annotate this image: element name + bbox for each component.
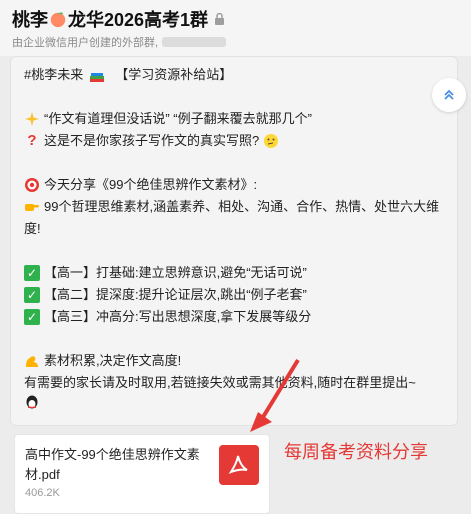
group-subtitle-text: 由企业微信用户创建的外部群, [12,37,159,49]
group-title[interactable]: 桃李 龙华2026高考1群 [12,6,225,32]
group-title-part1: 桃李 [12,10,48,30]
message-line: 素材积累,决定作文高度! [24,350,444,372]
collapse-button[interactable] [432,78,466,112]
peach-icon [50,12,66,28]
annotation-text: 每周备考资料分享 [284,442,428,462]
message-line: 有需要的家长请及时取用,若链接失效或需其他资料,随时在群里提出~ [24,375,416,390]
message-line: 99个哲理思维素材,涵盖素养、相处、沟通、合作、热情、处世六大维度! [24,199,440,236]
check-icon: ✓ [24,287,40,303]
redacted-block [162,37,227,47]
message-line: ✓ 【高二】提深度:提升论证层次,跳出“例子老套” [24,284,444,306]
group-title-part2: 龙华2026高考1群 [68,10,209,30]
thinking-face-icon [264,134,279,148]
file-name: 高中作文-99个绝佳思辨作文素材.pdf [25,447,200,482]
flexed-biceps-icon [26,356,38,367]
message-line [24,394,444,410]
target-icon [25,178,39,192]
chat-header: 桃李 龙华2026高考1群 由企业微信用户创建的外部群, [0,0,471,56]
pdf-icon [219,445,259,485]
sparkles-icon [25,112,39,126]
acrobat-icon [228,455,248,475]
message-line: ✓ 【高一】打基础:建立思辨意识,避免“无话可说” [24,262,444,284]
file-attachment-card[interactable]: 高中作文-99个绝佳思辨作文素材.pdf 406.2K [14,434,270,514]
message-content: #桃李未来 【学习资源补给站】 “作文有道理但没话说” “例子翻来覆去就那几个”… [24,64,444,410]
qq-penguin-icon [26,395,38,409]
question-mark-icon: ? [27,132,37,149]
group-subtitle: 由企业微信用户创建的外部群, [12,34,227,50]
message-line: “作文有道理但没话说” “例子翻来覆去就那几个” [24,108,444,130]
arrow-annotation [250,358,300,432]
file-size: 406.2K [25,487,60,499]
check-icon: ✓ [24,265,40,281]
message-line: #桃李未来 【学习资源补给站】 [24,67,233,82]
lock-icon [215,13,225,25]
message-line: ✓ 【高三】冲高分:写出思想深度,拿下发展等级分 [24,306,444,328]
message-line: ? 这是不是你家孩子写作文的真实写照? [24,130,444,152]
pointing-hand-icon [25,204,39,211]
double-chevron-up-icon [444,89,454,100]
message-line: 今天分享《99个绝佳思辨作文素材》: [24,174,444,196]
check-icon: ✓ [24,309,40,325]
books-icon [90,73,105,82]
